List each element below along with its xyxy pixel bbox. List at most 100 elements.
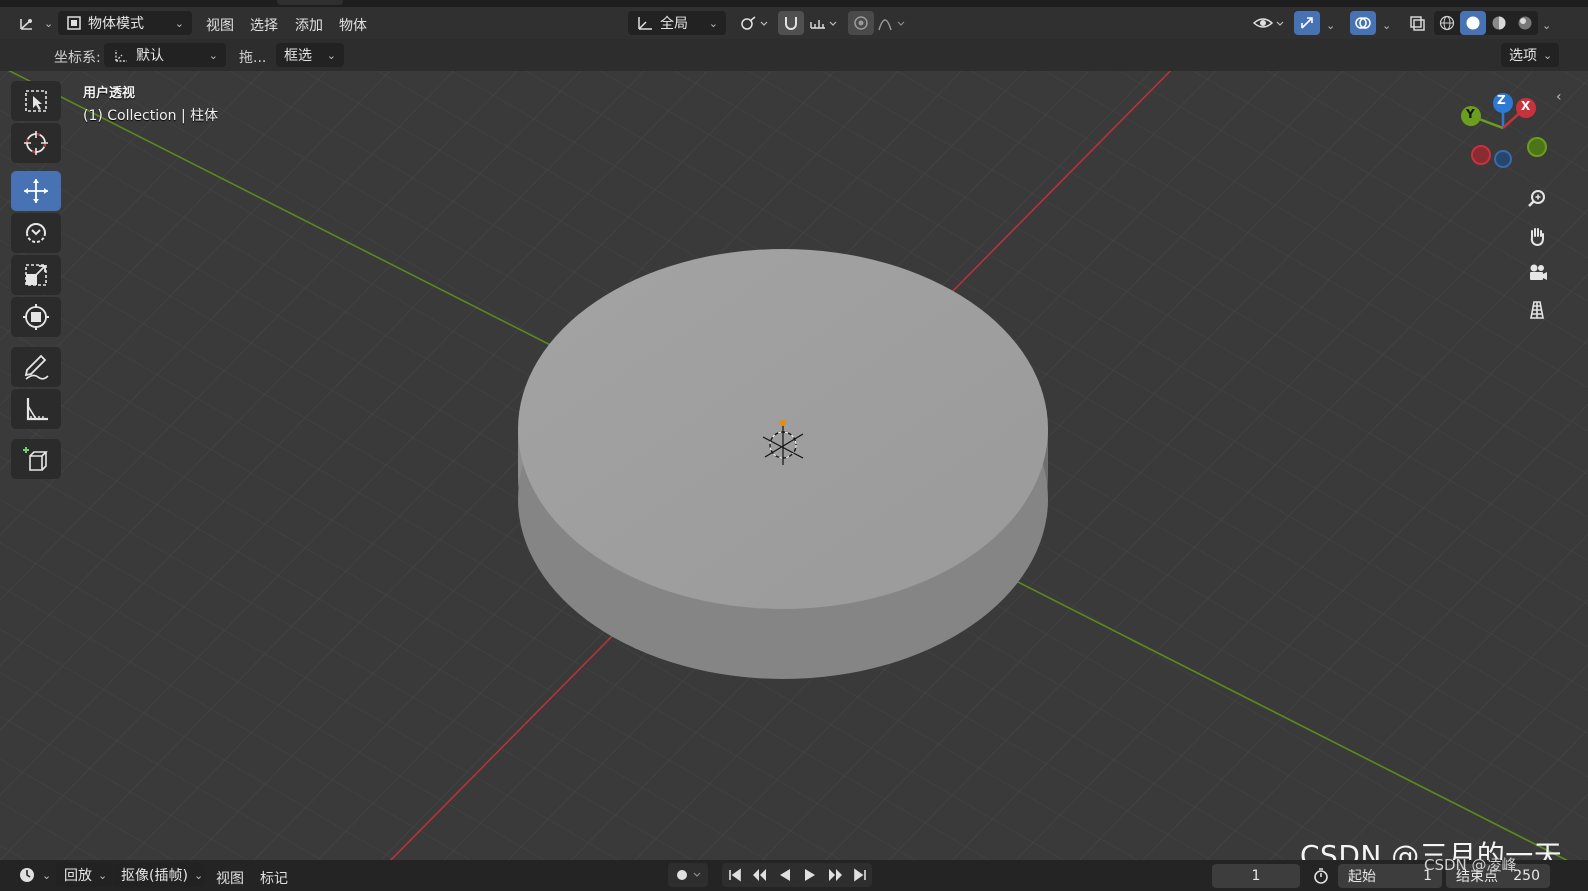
tool-scale[interactable] xyxy=(11,255,61,295)
jump-end-icon xyxy=(853,868,866,882)
solid-shading-button[interactable] xyxy=(1460,11,1486,35)
start-frame-label: 起始 xyxy=(1348,869,1376,885)
camera-icon xyxy=(1530,264,1547,280)
orientation-axes-icon xyxy=(638,17,652,30)
material-shading-button[interactable] xyxy=(1486,11,1512,35)
chevron-down-icon: ⌄ xyxy=(1543,48,1553,62)
menu-view[interactable]: 视图 xyxy=(206,15,234,35)
measure-ruler-icon xyxy=(26,398,48,421)
tool-select-box[interactable] xyxy=(11,81,61,121)
view-name: 用户透视 xyxy=(83,86,136,101)
play-icon xyxy=(804,869,815,881)
cursor-crosshair-icon xyxy=(24,131,48,155)
playback-dropdown[interactable]: 回放 ⌄ xyxy=(56,863,112,887)
camera-view-button[interactable] xyxy=(1521,257,1553,289)
wireframe-shading-button[interactable] xyxy=(1434,11,1460,35)
navigation-gizmo[interactable]: Z Y X xyxy=(1455,88,1555,178)
chevron-down-icon[interactable]: ⌄ xyxy=(1326,19,1335,32)
snap-toggle[interactable] xyxy=(778,11,804,35)
tool-add-cube[interactable] xyxy=(11,439,61,479)
select-mode-value: 框选 xyxy=(284,48,312,64)
watermark-sub: CSDN @凌峰 xyxy=(1424,856,1517,874)
tool-settings-bar: 坐标系: 默认 ⌄ 拖... 框选 ⌄ 选项 ⌄ xyxy=(0,39,1588,71)
sidebar-toggle-icon[interactable]: ‹ xyxy=(1556,89,1562,105)
coordinate-system-value: 默认 xyxy=(136,48,164,64)
select-box-icon xyxy=(25,90,47,112)
solid-sphere-icon xyxy=(1466,16,1480,30)
play-button[interactable] xyxy=(797,863,822,887)
viewport-header: ⌄ 物体模式 ⌄ 视图 选择 添加 物体 全局 ⌄ ⌄ ⌄ ⌄ xyxy=(0,7,1588,39)
gizmo-z-label: Z xyxy=(1497,93,1506,107)
select-mode-dropdown[interactable]: 框选 ⌄ xyxy=(276,43,344,67)
tool-rotate[interactable] xyxy=(11,213,61,253)
mode-dropdown[interactable]: 物体模式 ⌄ xyxy=(58,11,192,35)
falloff-dropdown[interactable] xyxy=(874,11,910,35)
tool-move[interactable] xyxy=(11,171,61,211)
scale-icon xyxy=(25,264,47,286)
next-keyframe-icon xyxy=(828,869,842,881)
gizmo-arrows-icon xyxy=(1301,17,1313,29)
move-arrows-icon xyxy=(24,179,48,203)
transform-gizmo-icon xyxy=(20,19,32,30)
editor-type-button[interactable]: ⌄ xyxy=(10,11,61,35)
playback-controls xyxy=(722,863,872,887)
tool-annotate[interactable] xyxy=(11,347,61,387)
timeline-editor-type-button[interactable]: ⌄ xyxy=(10,863,59,887)
jump-end-button[interactable] xyxy=(847,863,872,887)
tool-measure[interactable] xyxy=(11,389,61,429)
prev-keyframe-button[interactable] xyxy=(747,863,772,887)
snap-increment-icon xyxy=(810,20,837,29)
pivot-link-icon xyxy=(741,16,768,30)
coordinate-system-dropdown[interactable]: 默认 ⌄ xyxy=(104,43,226,67)
options-label: 选项 xyxy=(1509,48,1537,64)
chevron-down-icon[interactable]: ⌄ xyxy=(1542,19,1551,32)
chevron-down-icon[interactable]: ⌄ xyxy=(1382,19,1391,32)
falloff-curve-icon xyxy=(878,19,905,31)
chevron-down-icon: ⌄ xyxy=(174,16,184,30)
auto-keying-toggle[interactable] xyxy=(668,863,708,887)
menu-add[interactable]: 添加 xyxy=(295,15,323,35)
options-dropdown[interactable]: 选项 ⌄ xyxy=(1501,43,1559,67)
tool-transform[interactable] xyxy=(11,297,61,337)
jump-start-button[interactable] xyxy=(722,863,747,887)
zoom-button[interactable] xyxy=(1521,183,1553,215)
menu-select[interactable]: 选择 xyxy=(250,15,278,35)
current-frame-field[interactable]: 1 xyxy=(1212,864,1300,888)
transform-axes-icon xyxy=(115,50,127,62)
visibility-dropdown[interactable] xyxy=(1250,11,1288,35)
keying-dropdown[interactable]: 抠像(插帧) ⌄ xyxy=(113,863,205,887)
timeline-header: ⌄ 回放 ⌄ 抠像(插帧) ⌄ 视图 标记 1 起始 1 结束点 250 CSD… xyxy=(0,856,1588,891)
rotate-icon xyxy=(26,223,46,243)
coordinate-system-label: 坐标系: xyxy=(54,50,101,66)
proportional-edit-toggle[interactable] xyxy=(848,11,874,35)
preview-range-toggle[interactable] xyxy=(1308,864,1334,888)
next-keyframe-button[interactable] xyxy=(822,863,847,887)
overlay-toggle[interactable] xyxy=(1350,11,1376,35)
snap-target-dropdown[interactable] xyxy=(806,11,842,35)
3d-viewport[interactable]: 用户透视 (1) Collection | 柱体 Z Y X ‹ CSDN @三… xyxy=(0,71,1588,860)
orientation-dropdown[interactable]: 全局 ⌄ xyxy=(628,11,726,35)
chevron-down-icon: ⌄ xyxy=(708,16,718,30)
workspace-tab-indicator[interactable] xyxy=(277,0,343,5)
chevron-down-icon: ⌄ xyxy=(326,48,336,62)
viewport-scene xyxy=(0,71,1588,860)
timeline-menu-view[interactable]: 视图 xyxy=(216,868,244,888)
rendered-shading-button[interactable] xyxy=(1512,11,1538,35)
object-mode-icon xyxy=(67,16,81,30)
pivot-point-button[interactable] xyxy=(736,11,772,35)
annotate-pencil-icon xyxy=(24,354,49,380)
xray-toggle[interactable] xyxy=(1404,11,1430,35)
pan-button[interactable] xyxy=(1521,220,1553,252)
timeline-menu-marker[interactable]: 标记 xyxy=(260,868,288,888)
perspective-toggle-button[interactable] xyxy=(1521,294,1553,326)
drag-label: 拖... xyxy=(239,50,267,66)
record-dot-icon xyxy=(677,870,701,880)
jump-start-icon xyxy=(728,868,741,882)
tool-cursor[interactable] xyxy=(11,123,61,163)
proportional-edit-icon xyxy=(854,16,868,30)
menu-object[interactable]: 物体 xyxy=(339,15,367,35)
chevron-down-icon: ⌄ xyxy=(193,868,204,882)
shading-mode-group xyxy=(1434,11,1538,35)
play-reverse-button[interactable] xyxy=(772,863,797,887)
gizmo-toggle[interactable] xyxy=(1294,11,1320,35)
